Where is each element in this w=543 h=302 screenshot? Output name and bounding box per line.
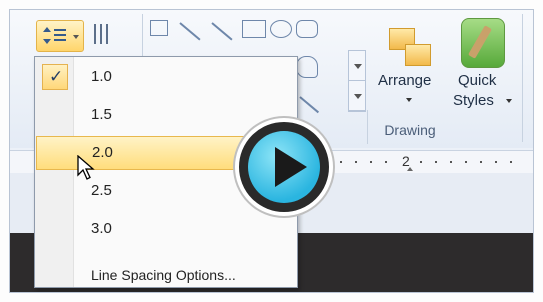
columns-icon-bar: [100, 24, 102, 44]
line-spacing-options-item[interactable]: Line Spacing Options...: [91, 267, 236, 283]
arrange-icon[interactable]: [385, 22, 435, 72]
quick-styles-icon[interactable]: [461, 18, 505, 68]
columns-button[interactable]: [90, 20, 120, 50]
curve-shape-icon[interactable]: [296, 56, 318, 78]
menu-item-label: 1.5: [91, 106, 112, 123]
indent-marker[interactable]: [407, 167, 413, 171]
ruler-tick: [385, 161, 387, 163]
menu-item-label: 1.0: [91, 68, 112, 85]
line-spacing-icon: [43, 27, 51, 32]
gallery-scroll-down-icon[interactable]: [349, 51, 365, 81]
menu-item-3-0[interactable]: 3.0: [36, 212, 296, 246]
ruler-tick: [465, 161, 467, 163]
checkmark-box: ✓: [42, 64, 68, 90]
play-icon: [275, 147, 307, 187]
ribbon-separator: [522, 14, 523, 142]
play-button-face: [248, 131, 320, 203]
shapes-gallery-scroll[interactable]: [348, 50, 366, 112]
columns-icon-bar: [106, 24, 108, 44]
play-button[interactable]: [235, 118, 333, 216]
ruler-tick: [495, 161, 497, 163]
line-spacing-button[interactable]: [36, 20, 84, 52]
gallery-more-icon[interactable]: [349, 81, 365, 111]
quick-styles-label[interactable]: Quick: [458, 72, 496, 89]
chevron-down-icon: [406, 98, 412, 102]
oval-shape-icon[interactable]: [270, 20, 292, 38]
line-shape-icon[interactable]: [179, 22, 201, 41]
checkmark-icon: ✓: [49, 67, 64, 86]
paragraph-lines-icon: [54, 29, 66, 31]
quick-styles-label-line2[interactable]: Styles: [453, 92, 494, 109]
ruler-tick: [370, 161, 372, 163]
rectangle-shape-icon[interactable]: [242, 20, 266, 38]
arrange-icon-back: [405, 44, 431, 66]
menu-item-label: 3.0: [91, 220, 112, 237]
ruler-tick: [435, 161, 437, 163]
mouse-pointer-icon: [77, 155, 95, 180]
ruler-tick: [510, 161, 512, 163]
line-spacing-down-arrow-icon: [43, 39, 51, 44]
ruler-tick: [340, 161, 342, 163]
screen-capture: Arrange Quick Styles Drawing 2 ✓ 1.0 1.5…: [9, 9, 534, 293]
ruler-tick: [450, 161, 452, 163]
menu-item-1-0[interactable]: ✓ 1.0: [36, 60, 296, 94]
menu-item-label: 2.5: [91, 182, 112, 199]
connector-shape-icon[interactable]: [299, 96, 320, 114]
text-box-shape-icon[interactable]: [150, 20, 168, 36]
chevron-down-icon: [73, 35, 79, 39]
rounded-rectangle-shape-icon[interactable]: [296, 20, 318, 38]
ruler-tick: [355, 161, 357, 163]
drawing-group-label: Drawing: [384, 122, 436, 138]
video-thumbnail-frame: Arrange Quick Styles Drawing 2 ✓ 1.0 1.5…: [0, 0, 543, 302]
arrow-shape-icon[interactable]: [211, 22, 233, 41]
chevron-down-icon: [506, 99, 512, 103]
columns-icon: [94, 24, 96, 44]
ruler-tick: [480, 161, 482, 163]
ruler-tick: [420, 161, 422, 163]
arrange-button-label[interactable]: Arrange: [378, 72, 431, 89]
